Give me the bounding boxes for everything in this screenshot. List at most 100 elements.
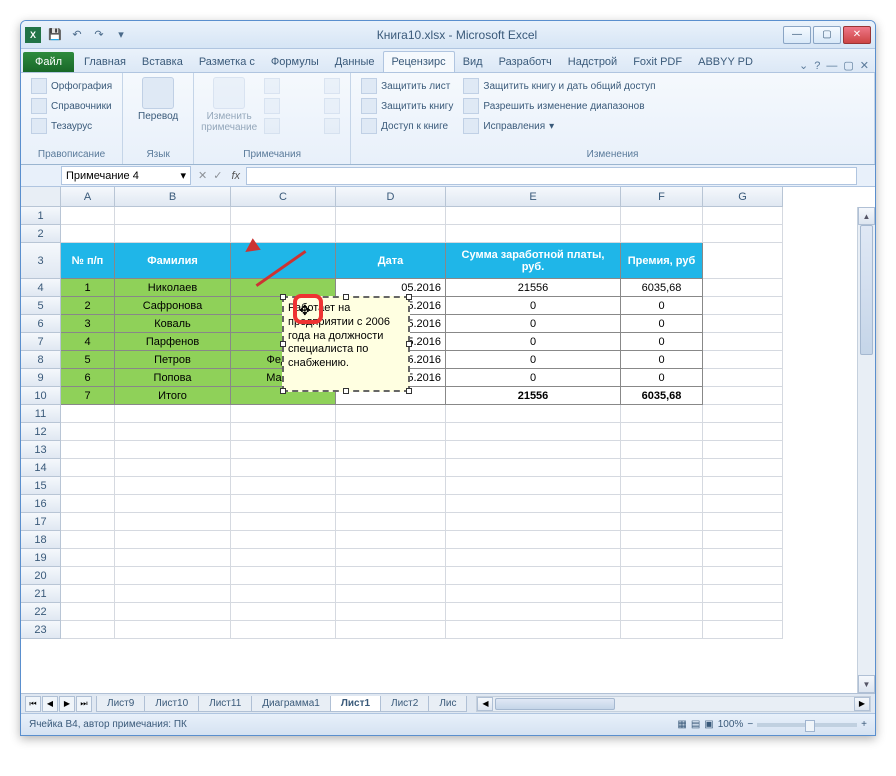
cell-prem[interactable]: 0 [621, 333, 703, 351]
col-E[interactable]: E [446, 187, 621, 207]
tab-foxit[interactable]: Foxit PDF [625, 52, 690, 72]
col-A[interactable]: A [61, 187, 115, 207]
table-row[interactable]: 2Сафронова05.201600 [61, 297, 857, 315]
cell-sum[interactable]: 0 [446, 297, 621, 315]
close-button[interactable]: ✕ [843, 26, 871, 44]
resize-handle[interactable] [343, 294, 349, 300]
cell-fam[interactable]: Парфенов [115, 333, 231, 351]
sheet-tab[interactable]: Лист11 [198, 696, 252, 712]
sheet-nav-prev[interactable]: ◀ [42, 696, 58, 712]
row-23[interactable]: 23 [21, 621, 61, 639]
row-5[interactable]: 5 [21, 297, 61, 315]
delete-comment-button[interactable] [262, 77, 316, 95]
tab-insert[interactable]: Вставка [134, 52, 191, 72]
fx-icon[interactable]: fx [225, 170, 246, 182]
cell-sum[interactable]: 0 [446, 315, 621, 333]
sheet-nav-next[interactable]: ▶ [59, 696, 75, 712]
view-layout-icon[interactable]: ▤ [691, 719, 700, 730]
cell-prem[interactable]: 0 [621, 297, 703, 315]
cell-num[interactable]: 7 [61, 387, 115, 405]
protect-sheet-button[interactable]: Защитить лист [359, 77, 455, 95]
thesaurus-button[interactable]: Тезаурус [29, 117, 114, 135]
next-comment-button[interactable] [262, 117, 316, 135]
scroll-down-button[interactable]: ▼ [858, 675, 875, 693]
resize-handle[interactable] [406, 341, 412, 347]
tab-abbyy[interactable]: ABBYY PD [690, 52, 761, 72]
horizontal-scrollbar[interactable]: ◀ ▶ [476, 696, 871, 712]
row-18[interactable]: 18 [21, 531, 61, 549]
table-row[interactable]: 4Парфенов05.201600 [61, 333, 857, 351]
row-17[interactable]: 17 [21, 513, 61, 531]
cells[interactable]: № п/п Фамилия Дата Сумма заработной плат… [61, 207, 857, 693]
sheet-tab[interactable]: Лист10 [144, 696, 199, 712]
spelling-button[interactable]: Орфография [29, 77, 114, 95]
table-row[interactable]: 3Коваль05.201600 [61, 315, 857, 333]
show-all-comments-button[interactable] [322, 97, 342, 115]
cell-num[interactable]: 2 [61, 297, 115, 315]
cell-num[interactable]: 5 [61, 351, 115, 369]
cell-fam[interactable]: Коваль [115, 315, 231, 333]
cell-sum[interactable]: 21556 [446, 387, 621, 405]
cell-fam[interactable]: Петров [115, 351, 231, 369]
mdi-min-icon[interactable]: — [826, 60, 837, 72]
resize-handle[interactable] [343, 388, 349, 394]
row-15[interactable]: 15 [21, 477, 61, 495]
file-tab[interactable]: Файл [23, 52, 74, 72]
sheet-tab[interactable]: Лис [428, 696, 467, 712]
cell-num[interactable]: 3 [61, 315, 115, 333]
edit-comment-button[interactable]: Изменить примечание [202, 77, 256, 133]
show-comment-button[interactable] [322, 77, 342, 95]
row-4[interactable]: 4 [21, 279, 61, 297]
prev-comment-button[interactable] [262, 97, 316, 115]
show-ink-button[interactable] [322, 117, 342, 135]
maximize-button[interactable]: ▢ [813, 26, 841, 44]
row-12[interactable]: 12 [21, 423, 61, 441]
cell-num[interactable]: 4 [61, 333, 115, 351]
cell-prem[interactable]: 0 [621, 369, 703, 387]
zoom-level[interactable]: 100% [718, 719, 744, 730]
row-2[interactable]: 2 [21, 225, 61, 243]
row-1[interactable]: 1 [21, 207, 61, 225]
hscroll-thumb[interactable] [495, 698, 615, 710]
row-7[interactable]: 7 [21, 333, 61, 351]
resize-handle[interactable] [280, 388, 286, 394]
chevron-down-icon[interactable]: ▾ [180, 169, 186, 182]
help-icon[interactable]: ? [814, 60, 820, 72]
col-D[interactable]: D [336, 187, 446, 207]
cell-prem[interactable]: 0 [621, 315, 703, 333]
tab-addins[interactable]: Надстрой [560, 52, 625, 72]
name-box[interactable]: Примечание 4▾ [61, 166, 191, 185]
tab-review[interactable]: Рецензирс [383, 51, 455, 72]
row-9[interactable]: 9 [21, 369, 61, 387]
col-G[interactable]: G [703, 187, 783, 207]
cell-fam[interactable]: Сафронова [115, 297, 231, 315]
table-row[interactable]: 5ПетровФедор25.05.201600 [61, 351, 857, 369]
qat-redo[interactable]: ↷ [89, 25, 109, 45]
tab-developer[interactable]: Разработч [491, 52, 560, 72]
track-changes-button[interactable]: Исправления ▾ [461, 117, 657, 135]
qat-undo[interactable]: ↶ [67, 25, 87, 45]
col-C[interactable]: C [231, 187, 336, 207]
col-B[interactable]: B [115, 187, 231, 207]
cell-sum[interactable]: 21556 [446, 279, 621, 297]
table-row[interactable]: 7Итого215566035,68 [61, 387, 857, 405]
row-11[interactable]: 11 [21, 405, 61, 423]
row-14[interactable]: 14 [21, 459, 61, 477]
tab-formulas[interactable]: Формулы [263, 52, 327, 72]
row-3[interactable]: 3 [21, 243, 61, 279]
cell-sum[interactable]: 0 [446, 369, 621, 387]
row-13[interactable]: 13 [21, 441, 61, 459]
cell-fam[interactable]: Николаев [115, 279, 231, 297]
scroll-right-button[interactable]: ▶ [854, 697, 870, 711]
tab-view[interactable]: Вид [455, 52, 491, 72]
cell-date[interactable]: 05.2016 [336, 279, 446, 297]
header-date[interactable]: Дата [336, 243, 446, 279]
scroll-thumb[interactable] [860, 225, 873, 355]
qat-more[interactable]: ▾ [111, 25, 131, 45]
resize-handle[interactable] [280, 294, 286, 300]
cell-num[interactable]: 1 [61, 279, 115, 297]
table-row[interactable]: 1Николаев05.2016215566035,68 [61, 279, 857, 297]
share-book-button[interactable]: Доступ к книге [359, 117, 455, 135]
scroll-left-button[interactable]: ◀ [477, 697, 493, 711]
research-button[interactable]: Справочники [29, 97, 114, 115]
